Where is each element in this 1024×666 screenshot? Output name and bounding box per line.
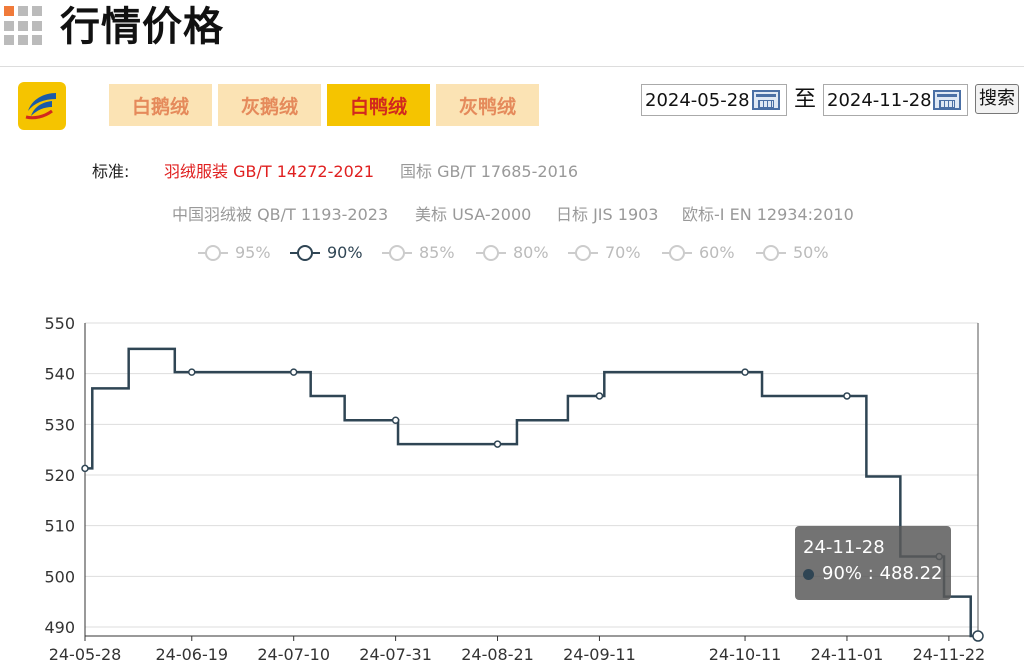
data-point	[289, 368, 298, 376]
y-tick-label: 550	[44, 314, 75, 333]
y-tick-label: 540	[44, 365, 75, 384]
data-point	[188, 368, 196, 376]
data-point	[843, 392, 851, 400]
data-point	[391, 416, 400, 425]
data-point	[81, 464, 89, 473]
x-tick-label: 24-07-10	[257, 645, 330, 664]
y-tick-label: 510	[44, 517, 75, 536]
x-tick-label: 24-07-31	[359, 645, 432, 664]
x-tick-label: 24-11-22	[913, 645, 986, 664]
y-tick-label: 500	[44, 567, 75, 586]
data-point	[972, 630, 984, 642]
x-tick-label: 24-08-21	[461, 645, 534, 664]
x-tick-label: 24-10-11	[709, 645, 782, 664]
tooltip-value: 90% : 488.22	[822, 563, 943, 584]
x-tick-label: 24-06-19	[155, 645, 228, 664]
x-tick-label: 24-05-28	[49, 645, 122, 664]
series-dot-icon	[803, 568, 814, 580]
chart-tooltip: 24-11-28 90% : 488.22	[795, 526, 951, 600]
y-tick-label: 530	[44, 415, 75, 434]
x-tick-label: 24-11-01	[811, 645, 884, 664]
data-point	[493, 440, 502, 448]
y-tick-label: 520	[44, 466, 75, 485]
y-tick-label: 490	[44, 618, 75, 637]
tooltip-date: 24-11-28	[803, 537, 885, 558]
x-tick-label: 24-09-11	[563, 645, 636, 664]
data-point	[595, 392, 604, 400]
data-point	[741, 368, 749, 376]
